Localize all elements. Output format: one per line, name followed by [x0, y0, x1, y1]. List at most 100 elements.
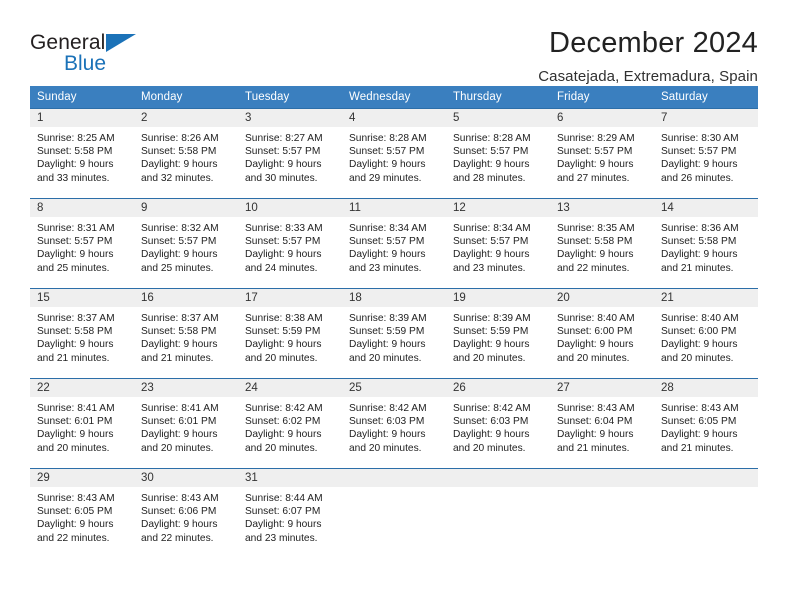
daylight-line-1-text: Daylight: 9 hours — [37, 159, 114, 171]
calendar-day-cell[interactable]: 6 Sunrise: 8:29 AM Sunset: 5:57 PM Daylight… — [550, 108, 654, 199]
day-number: 23 — [134, 379, 238, 397]
triangle-icon — [106, 34, 136, 52]
sunrise-text: Sunrise: 8:35 AM — [557, 223, 635, 234]
daylight-line-1-text: Daylight: 9 hours — [141, 429, 218, 441]
calendar-day-cell[interactable]: 11 Sunrise: 8:34 AM Sunset: 5:57 PM Dayligh… — [342, 198, 446, 289]
calendar-day-cell[interactable]: 22 Sunrise: 8:41 AM Sunset: 6:01 PM Dayligh… — [30, 378, 134, 469]
sunrise-text: Sunrise: 8:28 AM — [349, 133, 427, 144]
daylight-line-2-text: and 29 minutes. — [349, 172, 422, 184]
general-blue-logo[interactable]: General Blue — [30, 26, 160, 78]
day-number: 24 — [238, 379, 342, 397]
calendar-day-cell[interactable]: 7 Sunrise: 8:30 AM Sunset: 5:57 PM Daylight… — [654, 108, 758, 199]
sunset-text: Sunset: 5:58 PM — [661, 236, 737, 248]
day-details: Sunrise: 8:43 AM Sunset: 6:05 PM Daylight:… — [30, 487, 134, 545]
calendar-day-cell[interactable]: 21 Sunrise: 8:40 AM Sunset: 6:00 PM Dayligh… — [654, 288, 758, 379]
daylight-line-2-text: and 24 minutes. — [245, 262, 318, 274]
day-details: Sunrise: 8:34 AM Sunset: 5:57 PM Daylight:… — [446, 217, 550, 275]
sunrise-text: Sunrise: 8:42 AM — [245, 403, 323, 414]
daylight-line-1-text: Daylight: 9 hours — [245, 249, 322, 261]
day-details: Sunrise: 8:29 AM Sunset: 5:57 PM Daylight:… — [550, 127, 654, 185]
day-details: Sunrise: 8:41 AM Sunset: 6:01 PM Daylight:… — [30, 397, 134, 455]
day-number: 18 — [342, 289, 446, 307]
calendar-day-cell[interactable]: 3 Sunrise: 8:27 AM Sunset: 5:57 PM Daylight… — [238, 108, 342, 199]
daylight-line-1-text: Daylight: 9 hours — [661, 429, 738, 441]
sunrise-text: Sunrise: 8:26 AM — [141, 133, 219, 144]
sunrise-text: Sunrise: 8:31 AM — [37, 223, 115, 234]
calendar-week-row: 22 Sunrise: 8:41 AM Sunset: 6:01 PM Dayligh… — [30, 378, 758, 469]
day-details: Sunrise: 8:40 AM Sunset: 6:00 PM Daylight:… — [550, 307, 654, 365]
day-number: 31 — [238, 469, 342, 487]
daylight-line-2-text: and 20 minutes. — [37, 442, 110, 454]
calendar-day-cell[interactable]: 29 Sunrise: 8:43 AM Sunset: 6:05 PM Dayligh… — [30, 468, 134, 559]
calendar-week-row: 1 Sunrise: 8:25 AM Sunset: 5:58 PM Daylight… — [30, 108, 758, 199]
day-details: Sunrise: 8:35 AM Sunset: 5:58 PM Daylight:… — [550, 217, 654, 275]
calendar-day-cell[interactable]: 27 Sunrise: 8:43 AM Sunset: 6:04 PM Dayligh… — [550, 378, 654, 469]
daylight-line-1-text: Daylight: 9 hours — [661, 339, 738, 351]
page-title: December 2024 — [549, 27, 758, 59]
calendar-day-cell[interactable]: 15 Sunrise: 8:37 AM Sunset: 5:58 PM Dayligh… — [30, 288, 134, 379]
sunset-text: Sunset: 6:00 PM — [661, 326, 737, 338]
sunrise-text: Sunrise: 8:30 AM — [661, 133, 739, 144]
day-details: Sunrise: 8:42 AM Sunset: 6:03 PM Daylight:… — [446, 397, 550, 455]
calendar-day-cell[interactable]: 13 Sunrise: 8:35 AM Sunset: 5:58 PM Dayligh… — [550, 198, 654, 289]
calendar-day-cell[interactable]: 17 Sunrise: 8:38 AM Sunset: 5:59 PM Dayligh… — [238, 288, 342, 379]
calendar-day-cell[interactable]: 1 Sunrise: 8:25 AM Sunset: 5:58 PM Daylight… — [30, 108, 134, 199]
sunset-text: Sunset: 5:59 PM — [245, 326, 321, 338]
day-details: Sunrise: 8:39 AM Sunset: 5:59 PM Daylight:… — [446, 307, 550, 365]
calendar-day-cell[interactable]: 12 Sunrise: 8:34 AM Sunset: 5:57 PM Dayligh… — [446, 198, 550, 289]
calendar-day-cell[interactable]: 16 Sunrise: 8:37 AM Sunset: 5:58 PM Dayligh… — [134, 288, 238, 379]
daylight-line-1-text: Daylight: 9 hours — [245, 429, 322, 441]
calendar-day-cell[interactable]: 8 Sunrise: 8:31 AM Sunset: 5:57 PM Daylight… — [30, 198, 134, 289]
calendar-day-cell[interactable]: 26 Sunrise: 8:42 AM Sunset: 6:03 PM Dayligh… — [446, 378, 550, 469]
calendar-day-cell[interactable]: 2 Sunrise: 8:26 AM Sunset: 5:58 PM Daylight… — [134, 108, 238, 199]
calendar-body: 1 Sunrise: 8:25 AM Sunset: 5:58 PM Daylight… — [30, 108, 758, 559]
day-details: Sunrise: 8:43 AM Sunset: 6:06 PM Daylight:… — [134, 487, 238, 545]
calendar-day-cell[interactable] — [446, 468, 550, 559]
daylight-line-2-text: and 28 minutes. — [453, 172, 526, 184]
calendar-day-cell[interactable]: 24 Sunrise: 8:42 AM Sunset: 6:02 PM Dayligh… — [238, 378, 342, 469]
calendar-day-cell[interactable]: 14 Sunrise: 8:36 AM Sunset: 5:58 PM Dayligh… — [654, 198, 758, 289]
sunset-text: Sunset: 5:57 PM — [453, 146, 529, 158]
weekday-header-friday: Friday — [550, 86, 654, 109]
calendar-day-cell[interactable]: 25 Sunrise: 8:42 AM Sunset: 6:03 PM Dayligh… — [342, 378, 446, 469]
calendar-day-cell[interactable]: 10 Sunrise: 8:33 AM Sunset: 5:57 PM Dayligh… — [238, 198, 342, 289]
daylight-line-1-text: Daylight: 9 hours — [37, 339, 114, 351]
calendar-week-row: 8 Sunrise: 8:31 AM Sunset: 5:57 PM Daylight… — [30, 198, 758, 289]
daylight-line-2-text: and 26 minutes. — [661, 172, 734, 184]
calendar-day-cell[interactable]: 20 Sunrise: 8:40 AM Sunset: 6:00 PM Dayligh… — [550, 288, 654, 379]
sunrise-text: Sunrise: 8:25 AM — [37, 133, 115, 144]
sunset-text: Sunset: 5:58 PM — [557, 236, 633, 248]
daylight-line-1-text: Daylight: 9 hours — [557, 249, 634, 261]
day-number: 4 — [342, 109, 446, 127]
day-details: Sunrise: 8:44 AM Sunset: 6:07 PM Daylight:… — [238, 487, 342, 545]
calendar-day-cell[interactable]: 31 Sunrise: 8:44 AM Sunset: 6:07 PM Dayligh… — [238, 468, 342, 559]
day-details: Sunrise: 8:33 AM Sunset: 5:57 PM Daylight:… — [238, 217, 342, 275]
day-number: 13 — [550, 199, 654, 217]
calendar-day-cell[interactable]: 18 Sunrise: 8:39 AM Sunset: 5:59 PM Dayligh… — [342, 288, 446, 379]
calendar-day-cell[interactable]: 28 Sunrise: 8:43 AM Sunset: 6:05 PM Dayligh… — [654, 378, 758, 469]
calendar-day-cell[interactable]: 30 Sunrise: 8:43 AM Sunset: 6:06 PM Dayligh… — [134, 468, 238, 559]
sunset-text: Sunset: 5:57 PM — [349, 146, 425, 158]
calendar-day-cell[interactable]: 4 Sunrise: 8:28 AM Sunset: 5:57 PM Daylight… — [342, 108, 446, 199]
sunset-text: Sunset: 6:03 PM — [453, 416, 529, 428]
calendar-day-cell[interactable]: 19 Sunrise: 8:39 AM Sunset: 5:59 PM Dayligh… — [446, 288, 550, 379]
calendar-day-cell[interactable]: 9 Sunrise: 8:32 AM Sunset: 5:57 PM Daylight… — [134, 198, 238, 289]
calendar-day-cell[interactable]: 5 Sunrise: 8:28 AM Sunset: 5:57 PM Daylight… — [446, 108, 550, 199]
sunrise-text: Sunrise: 8:42 AM — [453, 403, 531, 414]
day-details: Sunrise: 8:37 AM Sunset: 5:58 PM Daylight:… — [134, 307, 238, 365]
daylight-line-2-text: and 20 minutes. — [453, 352, 526, 364]
sunset-text: Sunset: 6:05 PM — [661, 416, 737, 428]
calendar-day-cell[interactable] — [342, 468, 446, 559]
sunrise-text: Sunrise: 8:37 AM — [37, 313, 115, 324]
day-number: 2 — [134, 109, 238, 127]
sunset-text: Sunset: 5:57 PM — [141, 236, 217, 248]
calendar-day-cell[interactable] — [550, 468, 654, 559]
daylight-line-2-text: and 33 minutes. — [37, 172, 110, 184]
calendar-day-cell[interactable]: 23 Sunrise: 8:41 AM Sunset: 6:01 PM Dayligh… — [134, 378, 238, 469]
day-details: Sunrise: 8:38 AM Sunset: 5:59 PM Daylight:… — [238, 307, 342, 365]
sunset-text: Sunset: 5:57 PM — [557, 146, 633, 158]
day-details: Sunrise: 8:40 AM Sunset: 6:00 PM Daylight:… — [654, 307, 758, 365]
calendar-day-cell[interactable] — [654, 468, 758, 559]
daylight-line-1-text: Daylight: 9 hours — [557, 159, 634, 171]
daylight-line-1-text: Daylight: 9 hours — [453, 159, 530, 171]
